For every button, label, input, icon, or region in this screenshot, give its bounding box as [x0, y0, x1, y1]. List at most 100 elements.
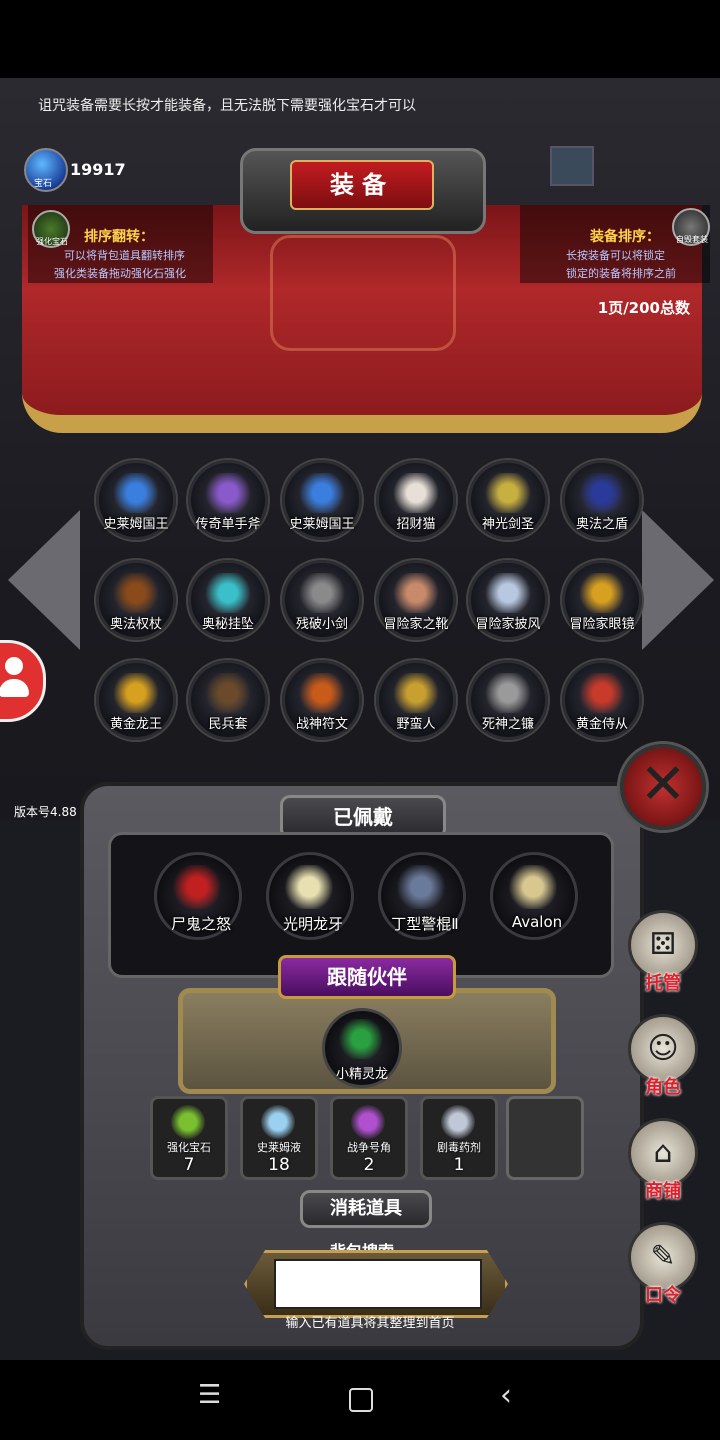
- auto-manage-button-label: 托管: [645, 973, 681, 994]
- inventory-item[interactable]: 奥法权杖: [96, 560, 176, 640]
- inventory-item[interactable]: 战神符文: [282, 660, 362, 740]
- consumable-label: 战争号角: [347, 1141, 391, 1154]
- consumable-icon: [441, 1105, 475, 1139]
- item-label: 传奇单手斧: [195, 517, 261, 532]
- item-icon: [579, 673, 625, 713]
- password-button[interactable]: ✎ 口令: [628, 1222, 698, 1306]
- password-icon: ✎: [650, 1239, 676, 1274]
- consumable-icon: [171, 1105, 205, 1139]
- item-label: 野蛮人: [396, 717, 436, 732]
- inventory-item[interactable]: 死神之镰: [468, 660, 548, 740]
- inventory-item[interactable]: 冒险家披风: [468, 560, 548, 640]
- inventory-item[interactable]: 冒险家之靴: [376, 560, 456, 640]
- consumable-label: 强化宝石: [167, 1141, 211, 1154]
- gem-count: 19917: [70, 160, 126, 179]
- consumable-count: 18: [268, 1155, 290, 1175]
- item-icon: [299, 573, 345, 613]
- search-input[interactable]: [274, 1259, 482, 1309]
- equipped-item[interactable]: Avalon: [490, 852, 578, 940]
- item-icon: [299, 473, 345, 513]
- consumable-slot[interactable]: 剧毒药剂 1: [420, 1096, 498, 1180]
- consumable-slot[interactable]: 战争号角 2: [330, 1096, 408, 1180]
- self-destruct-set-label: 自毁套装: [676, 235, 708, 244]
- item-label: 招财猫: [396, 517, 436, 532]
- equipped-item-icon: [173, 865, 221, 909]
- inventory-item[interactable]: 传奇单手斧: [188, 460, 268, 540]
- inventory-item[interactable]: 招财猫: [376, 460, 456, 540]
- equipped-item-label: 尸鬼之怒: [170, 915, 231, 933]
- consumable-count: 7: [183, 1155, 195, 1175]
- item-label: 神光剑圣: [481, 517, 534, 532]
- inventory-item[interactable]: 神光剑圣: [468, 460, 548, 540]
- auto-manage-button[interactable]: ⚄ 托管: [628, 910, 698, 994]
- gem-icon: 宝石: [24, 148, 68, 192]
- consumable-label: 史莱姆液: [257, 1141, 301, 1154]
- inventory-item[interactable]: 野蛮人: [376, 660, 456, 740]
- companion-title: 跟随伙伴: [278, 955, 456, 999]
- character-icon: ☺: [647, 1031, 679, 1066]
- gem-icon-label: 宝石: [34, 179, 53, 189]
- equipped-item[interactable]: 光明龙牙: [266, 852, 354, 940]
- item-label: 残破小剑: [295, 617, 348, 632]
- home-icon[interactable]: [349, 1388, 373, 1412]
- empty-consumable-slot[interactable]: [506, 1096, 584, 1180]
- equipped-item-label: 光明龙牙: [282, 915, 343, 933]
- inventory-item[interactable]: 黄金龙王: [96, 660, 176, 740]
- menu-icon[interactable]: ☰: [198, 1380, 221, 1410]
- item-icon: [393, 473, 439, 513]
- item-label: 民兵套: [208, 717, 248, 732]
- consumable-icon: [351, 1105, 385, 1139]
- enhance-gem-icon[interactable]: 强化宝石: [32, 210, 70, 248]
- equipped-item[interactable]: 丁型警棍Ⅱ: [378, 852, 466, 940]
- user-icon-head: [5, 657, 23, 675]
- sort-flip-line2: 强化类装备拖动强化石强化: [54, 267, 186, 280]
- next-page-arrow[interactable]: [642, 510, 714, 650]
- equip-sort-line1: 长按装备可以将锁定: [566, 249, 665, 262]
- consumable-icon: [261, 1105, 295, 1139]
- sort-flip-title: 排序翻转：: [84, 229, 154, 245]
- item-icon: [393, 573, 439, 613]
- character-button-label: 角色: [645, 1077, 681, 1098]
- page-title: 装备: [290, 160, 434, 210]
- inventory-item[interactable]: 史莱姆国王: [96, 460, 176, 540]
- inventory-item[interactable]: 史莱姆国王: [282, 460, 362, 540]
- inventory-item[interactable]: 黄金侍从: [562, 660, 642, 740]
- back-icon[interactable]: ‹: [500, 1378, 512, 1413]
- inventory-item[interactable]: 奥法之盾: [562, 460, 642, 540]
- inventory-item[interactable]: 民兵套: [188, 660, 268, 740]
- consumable-count: 1: [453, 1155, 465, 1175]
- enhance-gem-icon-label: 强化宝石: [36, 237, 68, 246]
- equip-sort-title: 装备排序：: [590, 229, 660, 245]
- prev-page-arrow[interactable]: [8, 510, 80, 650]
- item-label: 冒险家披风: [475, 617, 541, 632]
- shop-button[interactable]: ⌂ 商铺: [628, 1118, 698, 1202]
- navigation-bar: ☰ ‹: [0, 1360, 720, 1440]
- inventory-item[interactable]: 残破小剑: [282, 560, 362, 640]
- inventory-item[interactable]: 冒险家眼镜: [562, 560, 642, 640]
- shop-button-label: 商铺: [645, 1181, 681, 1202]
- self-destruct-set-icon[interactable]: 自毁套装: [672, 208, 710, 246]
- sort-flip-line1: 可以将背包道具翻转排序: [64, 249, 185, 262]
- item-label: 冒险家之靴: [383, 617, 449, 632]
- crossed-swords-emblem: [270, 235, 456, 351]
- equipped-item-label: Avalon: [511, 913, 563, 931]
- companion-slot[interactable]: 小精灵龙: [322, 1008, 402, 1088]
- window-tile: [550, 146, 594, 186]
- password-button-label: 口令: [645, 1285, 681, 1306]
- search-hint: 输入已有道具将其整理到首页: [285, 1316, 455, 1331]
- equipped-item[interactable]: 尸鬼之怒: [154, 852, 242, 940]
- item-label: 冒险家眼镜: [569, 617, 635, 632]
- equipped-item-icon: [509, 865, 557, 909]
- close-button[interactable]: ✕: [620, 744, 706, 830]
- item-icon: [113, 573, 159, 613]
- auto-manage-icon: ⚄: [649, 927, 677, 962]
- item-icon: [579, 573, 625, 613]
- item-icon: [205, 473, 251, 513]
- consumable-slot[interactable]: 史莱姆液 18: [240, 1096, 318, 1180]
- item-label: 黄金龙王: [109, 717, 162, 732]
- character-button[interactable]: ☺ 角色: [628, 1014, 698, 1098]
- item-label: 史莱姆国王: [289, 517, 355, 532]
- item-label: 死神之镰: [481, 717, 534, 732]
- inventory-item[interactable]: 奥秘挂坠: [188, 560, 268, 640]
- consumable-slot[interactable]: 强化宝石 7: [150, 1096, 228, 1180]
